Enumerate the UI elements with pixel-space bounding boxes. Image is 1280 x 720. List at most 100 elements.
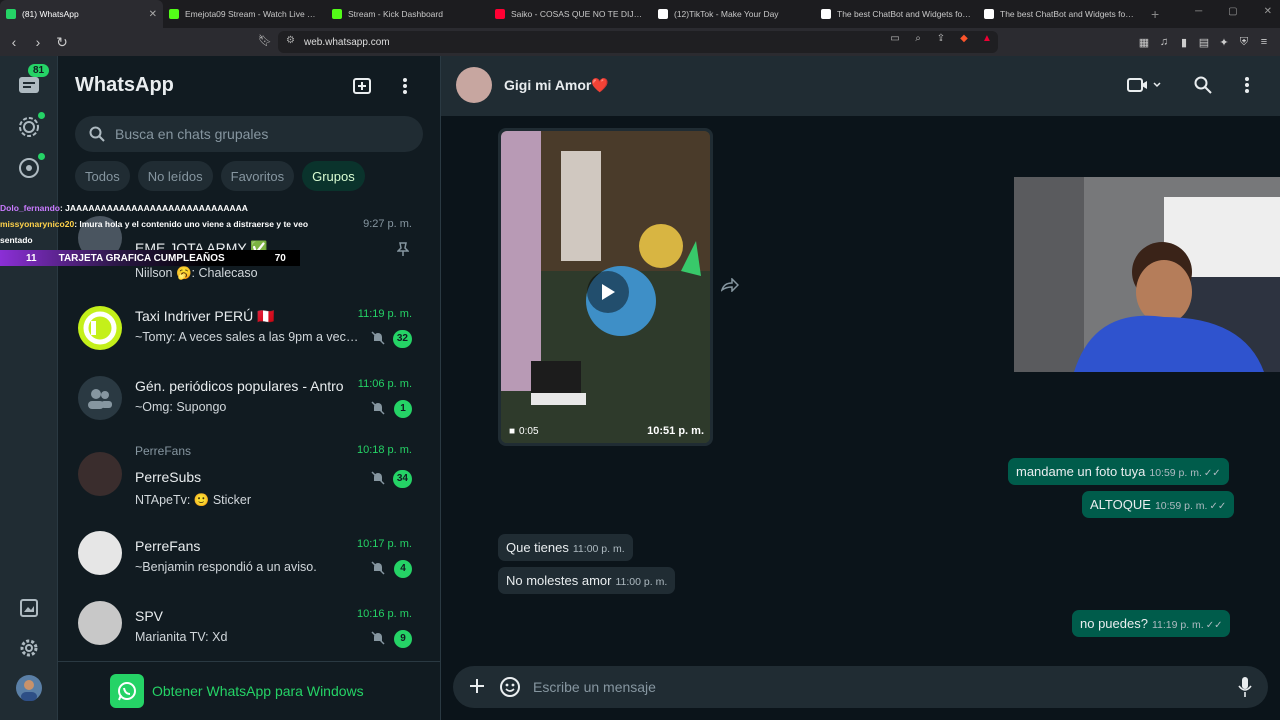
- leo-icon[interactable]: ✦: [1216, 36, 1232, 49]
- goal-current: 11: [26, 252, 37, 264]
- menu-dots-icon[interactable]: [1242, 76, 1252, 99]
- contact-name[interactable]: Gigi mi Amor❤️: [504, 77, 609, 94]
- tab-title: The best ChatBot and Widgets for K: [837, 9, 972, 19]
- bookmark-icon[interactable]: 🔖︎: [258, 34, 272, 47]
- tab-title: Saiko - COSAS QUE NO TE DIJE (Offi: [511, 9, 646, 19]
- browser-tab[interactable]: (81) WhatsApp ✕: [0, 0, 163, 28]
- outgoing-message[interactable]: mandame un foto tuya 10:59 p. m. ✓✓: [1008, 458, 1229, 485]
- webcam-overlay: [1014, 177, 1280, 372]
- video-message[interactable]: ■ 0:05 10:51 p. m.: [498, 128, 713, 446]
- settings-gear-icon[interactable]: [14, 633, 44, 663]
- forward-icon[interactable]: ›: [28, 34, 48, 50]
- close-window-icon[interactable]: ✕: [1264, 6, 1272, 17]
- get-windows-app-banner[interactable]: Obtener WhatsApp para Windows: [58, 661, 441, 720]
- browser-tab[interactable]: (12)TikTok - Make Your Day: [652, 0, 815, 28]
- sticker-icon[interactable]: [499, 676, 521, 703]
- share-icon[interactable]: ⇪: [932, 33, 950, 49]
- browser-tab[interactable]: The best ChatBot and Widgets for K: [815, 0, 978, 28]
- chat-row[interactable]: Gén. periódicos populares - Antro ~Omg: …: [58, 366, 441, 436]
- new-chat-icon[interactable]: [352, 76, 372, 101]
- chat-time: 9:27 p. m.: [363, 218, 412, 230]
- status-new-dot: [38, 112, 45, 119]
- app-title: WhatsApp: [75, 74, 174, 96]
- message-text: ALTOQUE: [1090, 497, 1151, 512]
- menu-icon[interactable]: ≡: [1256, 36, 1272, 48]
- filter-chips: Todos No leídos Favoritos Grupos: [75, 161, 365, 191]
- message-input[interactable]: Escribe un mensaje: [453, 666, 1268, 708]
- chat-name: Taxi Indriver PERÚ 🇵🇪: [135, 308, 275, 324]
- browser-tab[interactable]: Stream - Kick Dashboard: [326, 0, 489, 28]
- zoom-icon[interactable]: ⌕: [909, 33, 927, 49]
- tab-title: (12)TikTok - Make Your Day: [674, 9, 779, 19]
- tab-favicon-icon: [332, 9, 342, 19]
- reload-icon[interactable]: ↻: [52, 34, 72, 51]
- minimize-icon[interactable]: ─: [1195, 6, 1202, 17]
- chat-last-message: ~Benjamin respondió a un aviso.: [135, 560, 317, 574]
- close-tab-icon[interactable]: ✕: [149, 9, 157, 20]
- maximize-icon[interactable]: ▢: [1228, 6, 1237, 17]
- wallet-icon[interactable]: ▤: [1196, 36, 1212, 49]
- play-icon[interactable]: [587, 271, 629, 313]
- chat-time: 10:17 p. m.: [356, 538, 412, 550]
- conversation-pane: Gigi mi Amor❤️ ■ 0:05 10:51 p. m. mandam…: [441, 56, 1280, 720]
- brave-rewards-icon[interactable]: ▲: [978, 33, 996, 49]
- sidebar-toggle-icon[interactable]: ▮: [1176, 36, 1192, 49]
- message-text: mandame un foto tuya: [1016, 464, 1146, 479]
- chat-last-message: Niilson 🥱: Chalecaso: [135, 266, 258, 280]
- unread-badge: 4: [394, 560, 412, 578]
- tab-favicon-icon: [495, 9, 505, 19]
- media-icon[interactable]: [14, 593, 44, 623]
- search-input[interactable]: Busca en chats grupales: [75, 116, 423, 152]
- pin-icon[interactable]: [396, 242, 410, 261]
- browser-tab[interactable]: Saiko - COSAS QUE NO TE DIJE (Offi: [489, 0, 652, 28]
- filter-grupos[interactable]: Grupos: [302, 161, 365, 191]
- tab-title: The best ChatBot and Widgets for K: [1000, 9, 1135, 19]
- whatsapp-rail: 81: [0, 56, 58, 720]
- forward-icon[interactable]: [720, 277, 740, 297]
- message-text: no puedes?: [1080, 616, 1148, 631]
- chat-row[interactable]: SPV Marianita TV: Xd 10:16 p. m. 9: [58, 591, 441, 661]
- filter-todos[interactable]: Todos: [75, 161, 130, 191]
- menu-dots-icon[interactable]: [398, 76, 412, 101]
- browser-tab[interactable]: Emejota09 Stream - Watch Live on Kick: [163, 0, 326, 28]
- tab-title: (81) WhatsApp: [22, 9, 79, 19]
- contact-avatar[interactable]: [456, 67, 492, 103]
- message-placeholder: Escribe un mensaje: [533, 679, 656, 695]
- get-windows-app-link[interactable]: Obtener WhatsApp para Windows: [152, 683, 364, 699]
- chat-row[interactable]: PerreFans ~Benjamin respondió a un aviso…: [58, 521, 441, 591]
- incoming-message[interactable]: Que tienes 11:00 p. m.: [498, 534, 633, 561]
- site-info-icon[interactable]: ⚙: [286, 35, 295, 46]
- browser-tab[interactable]: The best ChatBot and Widgets for K: [978, 0, 1141, 28]
- music-icon[interactable]: ♫: [1156, 36, 1172, 48]
- outgoing-message[interactable]: no puedes? 11:19 p. m. ✓✓: [1072, 610, 1231, 637]
- filter-no-leidos[interactable]: No leídos: [137, 161, 213, 191]
- new-tab-button[interactable]: +: [1151, 6, 1159, 22]
- chat-list-panel: WhatsApp Busca en chats grupales Todos N…: [58, 56, 441, 720]
- vpn-icon[interactable]: ⛨: [1236, 36, 1252, 49]
- screen-icon[interactable]: ▭: [886, 33, 904, 49]
- chat-row[interactable]: PerreFans PerreSubs NTApeTv: 🙂 Sticker 1…: [58, 436, 441, 516]
- microphone-icon[interactable]: [1238, 676, 1252, 703]
- chat-name: Gén. periódicos populares - Antro: [135, 378, 344, 394]
- tab-favicon-icon: [169, 9, 179, 19]
- tab-favicon-icon: [821, 9, 831, 19]
- chat-time: 11:19 p. m.: [357, 308, 412, 320]
- chat-name: SPV: [135, 608, 164, 624]
- message-time: 11:19 p. m.: [1151, 619, 1204, 631]
- chat-row[interactable]: Taxi Indriver PERÚ 🇵🇪 ~Tomy: A veces sal…: [58, 296, 441, 366]
- channels-new-dot: [38, 153, 45, 160]
- window-controls: ─ ▢ ✕: [1195, 6, 1272, 17]
- filter-favoritos[interactable]: Favoritos: [220, 161, 295, 191]
- tab-search-icon[interactable]: ▦: [1136, 36, 1152, 49]
- video-call-icon[interactable]: [1127, 76, 1161, 99]
- chat-last-message: ~Omg: Supongo: [135, 400, 227, 414]
- outgoing-message[interactable]: ALTOQUE 10:59 p. m. ✓✓: [1082, 491, 1235, 518]
- profile-avatar[interactable]: [14, 673, 44, 703]
- conversation-header[interactable]: Gigi mi Amor❤️: [441, 56, 1280, 116]
- brave-shield-icon[interactable]: ◆: [955, 33, 973, 49]
- back-icon[interactable]: ‹: [4, 34, 24, 50]
- message-text: Que tienes: [506, 540, 569, 555]
- incoming-message[interactable]: No molestes amor 11:00 p. m.: [498, 567, 676, 594]
- attach-plus-icon[interactable]: [467, 676, 487, 701]
- search-icon[interactable]: [1194, 76, 1212, 99]
